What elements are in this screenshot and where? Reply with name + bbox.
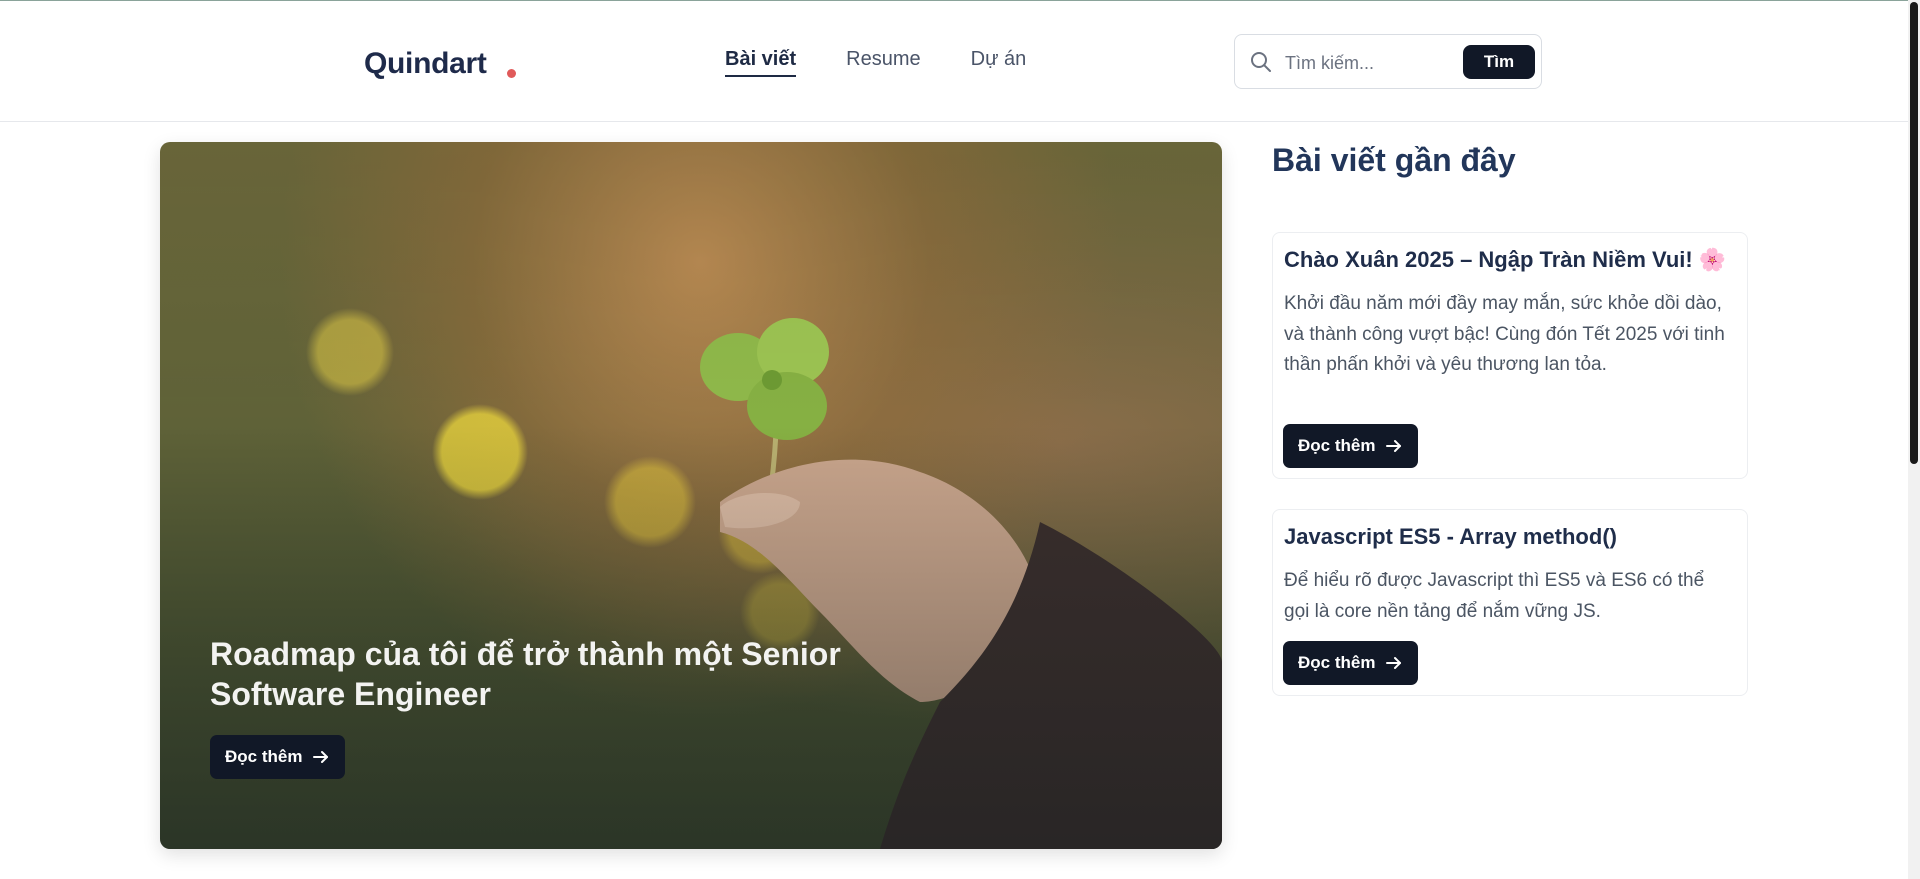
read-more-label: Đọc thêm [225, 747, 303, 766]
arrow-right-icon [1386, 657, 1402, 669]
read-more-label: Đọc thêm [1298, 436, 1376, 455]
post-excerpt: Để hiểu rõ được Javascript thì ES5 và ES… [1284, 570, 1705, 622]
main-nav: Bài viết Resume Dự án [725, 48, 1026, 77]
post-title[interactable]: Chào Xuân 2025 – Ngập Tràn Niềm Vui! 🌸 [1284, 247, 1726, 273]
search-icon [1251, 52, 1271, 72]
read-more-label: Đọc thêm [1298, 653, 1376, 672]
nav-item-projects[interactable]: Dự án [971, 48, 1027, 77]
logo-dot [507, 69, 516, 78]
post-title[interactable]: Javascript ES5 - Array method() [1284, 524, 1617, 550]
search-button[interactable]: Tìm [1463, 45, 1535, 79]
post-excerpt: Khởi đầu năm mới đầy may mắn, sức khỏe d… [1284, 293, 1725, 375]
search-box: Tìm [1234, 34, 1542, 89]
page-scrollbar[interactable] [1908, 0, 1920, 879]
nav-item-posts[interactable]: Bài viết [725, 48, 797, 77]
read-more-button[interactable]: Đọc thêm [1283, 641, 1419, 685]
arrow-right-icon [313, 751, 329, 763]
scrollbar-thumb[interactable] [1910, 2, 1918, 464]
read-more-button[interactable]: Đọc thêm [210, 735, 346, 779]
featured-post[interactable]: Roadmap của tôi để trở thành một Senior … [160, 142, 1222, 849]
arrow-right-icon [1386, 440, 1402, 452]
site-logo[interactable]: Quindart [364, 47, 487, 81]
read-more-button[interactable]: Đọc thêm [1283, 424, 1419, 468]
nav-item-resume[interactable]: Resume [846, 48, 920, 77]
recent-post-card: Javascript ES5 - Array method() Để hiểu … [1272, 509, 1748, 696]
recent-post-card: Chào Xuân 2025 – Ngập Tràn Niềm Vui! 🌸 K… [1272, 232, 1748, 479]
recent-posts-heading: Bài viết gần đây [1272, 142, 1516, 178]
search-input[interactable] [1283, 47, 1467, 79]
site-header: Quindart Bài viết Resume Dự án Tìm [0, 1, 1908, 122]
featured-post-title[interactable]: Roadmap của tôi để trở thành một Senior … [210, 634, 850, 714]
